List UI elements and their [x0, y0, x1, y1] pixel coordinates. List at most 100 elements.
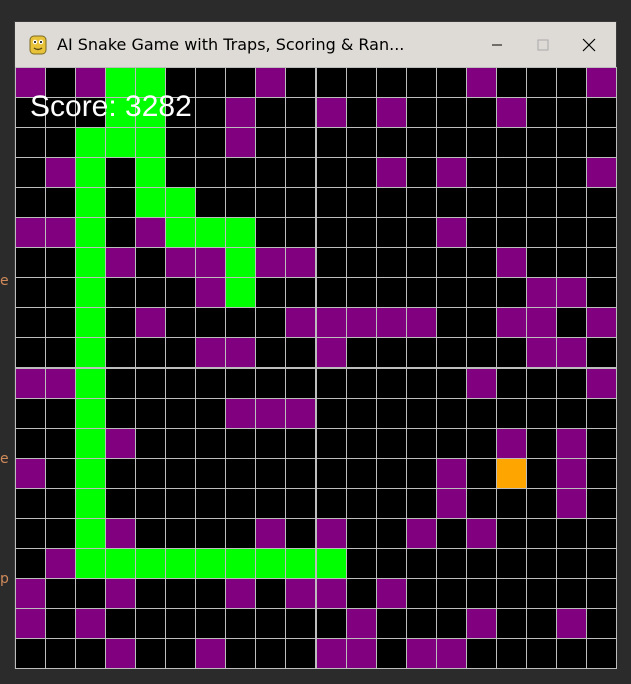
- grid-cell: [195, 577, 227, 609]
- grid-cell: [405, 337, 437, 369]
- snake-segment: [135, 157, 167, 189]
- trap-cell: [495, 247, 527, 279]
- grid-cell: [435, 427, 467, 459]
- grid-cell: [465, 637, 497, 669]
- grid-cell: [375, 187, 407, 219]
- grid-cell: [525, 547, 557, 579]
- grid-cell: [255, 607, 287, 639]
- grid-cell: [195, 397, 227, 429]
- grid-cell: [465, 187, 497, 219]
- grid-cell: [225, 307, 257, 339]
- grid-cell: [285, 607, 317, 639]
- grid-cell: [555, 217, 587, 249]
- grid-cell: [15, 487, 47, 519]
- trap-cell: [525, 277, 557, 309]
- snake-segment: [75, 427, 107, 459]
- grid-cell: [495, 367, 527, 399]
- grid-cell: [585, 427, 617, 459]
- window-title: AI Snake Game with Traps, Scoring & Ran.…: [57, 35, 405, 54]
- trap-cell: [315, 97, 347, 129]
- grid-cell: [345, 577, 377, 609]
- grid-cell: [465, 397, 497, 429]
- snake-segment: [105, 547, 137, 579]
- grid-cell: [525, 517, 557, 549]
- grid-cell: [135, 247, 167, 279]
- grid-cell: [495, 397, 527, 429]
- trap-cell: [525, 307, 557, 339]
- grid-cell: [315, 397, 347, 429]
- grid-cell: [465, 307, 497, 339]
- grid-cell: [105, 217, 137, 249]
- python-snake-icon: [29, 35, 47, 54]
- trap-cell: [375, 307, 407, 339]
- grid-cell: [585, 97, 617, 129]
- grid-cell: [165, 307, 197, 339]
- grid-cell: [585, 397, 617, 429]
- snake-segment: [75, 187, 107, 219]
- grid-cell: [495, 157, 527, 189]
- minimize-button[interactable]: [474, 22, 520, 67]
- grid-cell: [45, 307, 77, 339]
- grid-cell: [225, 187, 257, 219]
- snake-segment: [225, 247, 257, 279]
- grid-cell: [75, 577, 107, 609]
- grid-cell: [105, 487, 137, 519]
- close-button[interactable]: [566, 22, 612, 67]
- grid-cell: [225, 427, 257, 459]
- trap-cell: [585, 367, 617, 399]
- trap-cell: [585, 307, 617, 339]
- grid-cell: [555, 127, 587, 159]
- grid-cell: [525, 157, 557, 189]
- grid-cell: [315, 277, 347, 309]
- grid-cell: [45, 127, 77, 159]
- grid-cell: [225, 637, 257, 669]
- snake-segment: [75, 157, 107, 189]
- grid-cell: [195, 517, 227, 549]
- grid-cell: [225, 517, 257, 549]
- grid-cell: [15, 337, 47, 369]
- grid-cell: [345, 517, 377, 549]
- trap-cell: [435, 157, 467, 189]
- trap-cell: [405, 637, 437, 669]
- grid-cell: [45, 487, 77, 519]
- grid-cell: [135, 397, 167, 429]
- grid-cell: [285, 187, 317, 219]
- grid-cell: [495, 217, 527, 249]
- game-window: AI Snake Game with Traps, Scoring & Ran.…: [15, 22, 617, 669]
- snake-segment: [75, 367, 107, 399]
- grid-cell: [165, 607, 197, 639]
- game-board[interactable]: [15, 67, 617, 669]
- background-editor-glyph: p: [0, 571, 9, 587]
- trap-cell: [105, 577, 137, 609]
- grid-cell: [165, 277, 197, 309]
- grid-cell: [525, 247, 557, 279]
- grid-cell: [525, 67, 557, 99]
- grid-cell: [315, 457, 347, 489]
- trap-cell: [495, 97, 527, 129]
- grid-cell: [165, 517, 197, 549]
- trap-cell: [225, 577, 257, 609]
- maximize-button[interactable]: [520, 22, 566, 67]
- grid-cell: [465, 427, 497, 459]
- trap-cell: [45, 157, 77, 189]
- grid-cell: [345, 247, 377, 279]
- trap-cell: [465, 367, 497, 399]
- grid-cell: [345, 337, 377, 369]
- trap-cell: [255, 397, 287, 429]
- title-bar[interactable]: AI Snake Game with Traps, Scoring & Ran.…: [15, 22, 616, 67]
- grid-cell: [435, 187, 467, 219]
- grid-cell: [195, 457, 227, 489]
- grid-cell: [315, 487, 347, 519]
- grid-cell: [255, 127, 287, 159]
- grid-cell: [255, 577, 287, 609]
- grid-cell: [255, 337, 287, 369]
- grid-cell: [435, 97, 467, 129]
- snake-segment: [75, 307, 107, 339]
- trap-cell: [435, 637, 467, 669]
- grid-cell: [525, 187, 557, 219]
- trap-cell: [195, 337, 227, 369]
- grid-cell: [465, 247, 497, 279]
- grid-cell: [405, 457, 437, 489]
- trap-cell: [435, 457, 467, 489]
- grid-cell: [525, 607, 557, 639]
